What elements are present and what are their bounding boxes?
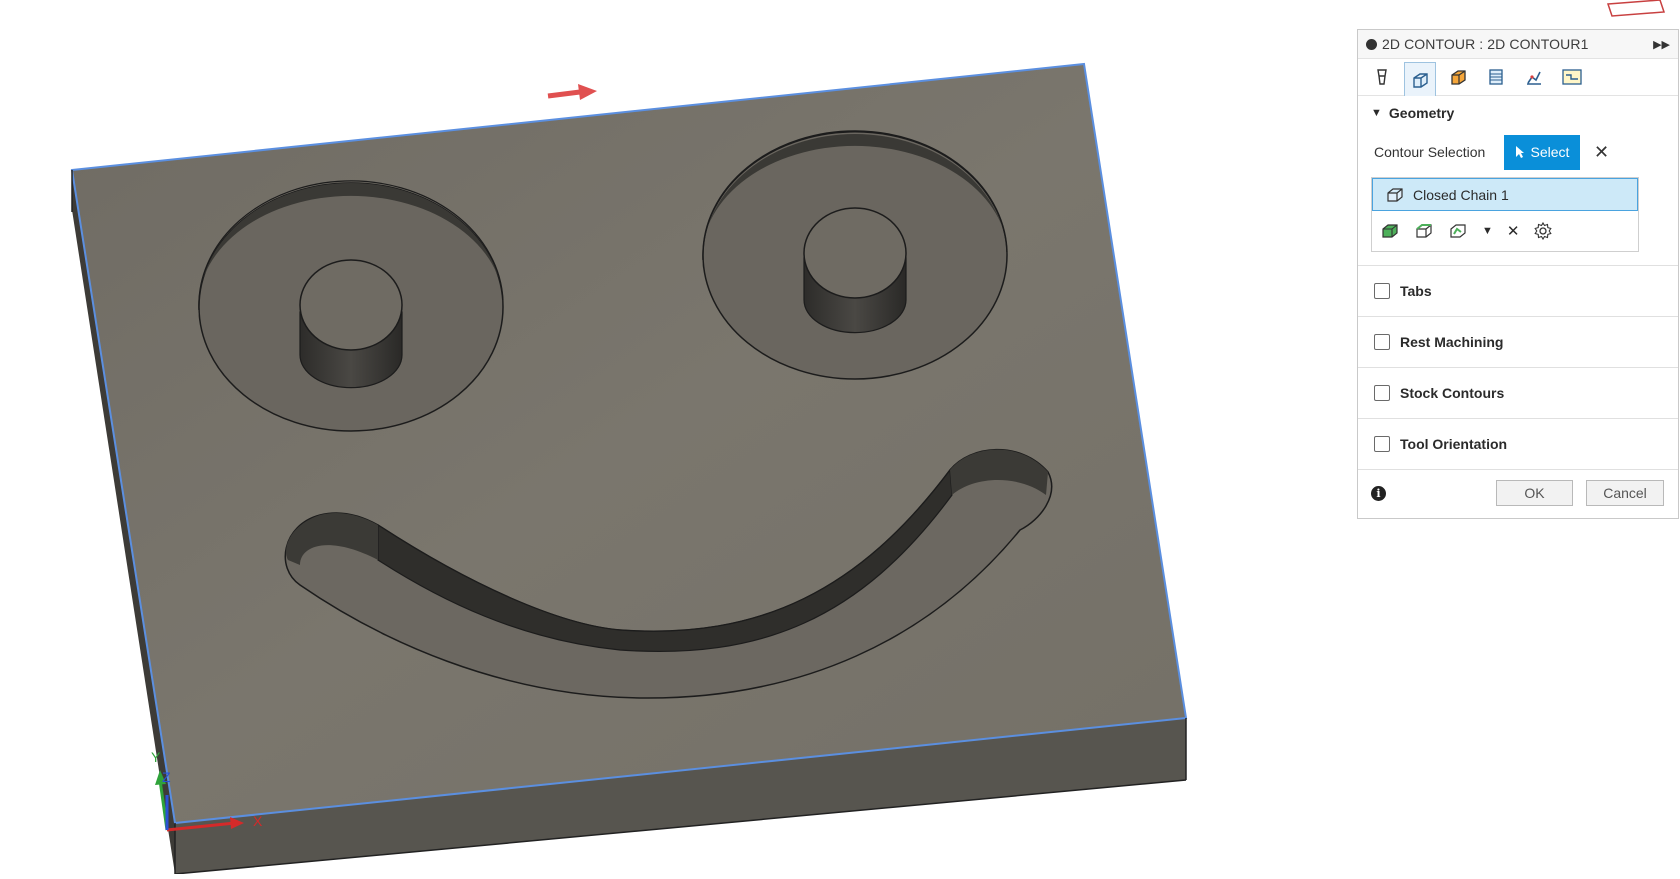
chain-list: Closed Chain 1 ▼ ✕: [1371, 177, 1639, 252]
dialog-tabs: [1358, 59, 1678, 96]
passes-icon: [1489, 69, 1503, 85]
tabs-checkbox[interactable]: [1374, 283, 1390, 299]
2d-contour-dialog: 2D CONTOUR : 2D CONTOUR1 ▶▶ ▼ Geometry C…: [1357, 29, 1679, 519]
clear-selection-icon[interactable]: ✕: [1594, 142, 1609, 163]
contour-selection-row: Contour Selection Select ✕: [1358, 133, 1678, 171]
add-edge-icon[interactable]: [1414, 222, 1434, 240]
dialog-title: 2D CONTOUR : 2D CONTOUR1: [1382, 36, 1589, 52]
dialog-status-icon: [1366, 38, 1377, 50]
left-eye-pocket[interactable]: [198, 180, 504, 432]
stock-contours-label: Stock Contours: [1400, 385, 1505, 401]
tool-orientation-checkbox[interactable]: [1374, 436, 1390, 452]
axis-label-y: Y: [151, 749, 161, 765]
caret-down-icon: ▼: [1371, 107, 1382, 119]
chain-label: Closed Chain 1: [1413, 186, 1509, 203]
direction-arrow-icon: [547, 84, 597, 100]
chain-toolbar: ▼ ✕: [1372, 211, 1638, 251]
add-face-icon[interactable]: [1380, 222, 1400, 240]
info-icon[interactable]: i: [1371, 485, 1386, 501]
tabs-section-label: Tabs: [1400, 283, 1432, 299]
cancel-button[interactable]: Cancel: [1586, 480, 1664, 506]
dialog-header: 2D CONTOUR : 2D CONTOUR1 ▶▶: [1358, 30, 1678, 59]
right-eye-pocket[interactable]: [702, 130, 1008, 380]
tool-orientation-section-toggle[interactable]: Tool Orientation: [1358, 419, 1678, 470]
linking-icon: [1527, 71, 1541, 85]
rest-machining-label: Rest Machining: [1400, 334, 1504, 350]
chain-list-item[interactable]: Closed Chain 1: [1372, 178, 1638, 211]
simulation-icon: [1562, 69, 1582, 85]
tool-icon: [1377, 69, 1387, 85]
tab-heights[interactable]: [1442, 62, 1474, 92]
tab-passes[interactable]: [1480, 62, 1512, 92]
geometry-section-header[interactable]: ▼ Geometry: [1358, 100, 1678, 126]
gear-icon[interactable]: [1533, 221, 1553, 241]
geometry-heading: Geometry: [1388, 105, 1455, 121]
view-cube-icon[interactable]: [1606, 0, 1666, 17]
dropdown-caret-icon[interactable]: ▼: [1482, 225, 1493, 237]
rest-machining-checkbox[interactable]: [1374, 334, 1390, 350]
tab-geometry[interactable]: [1404, 62, 1436, 96]
remove-icon[interactable]: ✕: [1507, 222, 1520, 240]
select-button[interactable]: Select: [1504, 134, 1580, 170]
stock-contours-checkbox[interactable]: [1374, 385, 1390, 401]
axis-label-x: X: [253, 813, 263, 829]
ok-button[interactable]: OK: [1496, 480, 1573, 506]
dialog-footer: i OK Cancel: [1358, 470, 1678, 516]
contour-selection-label: Contour Selection: [1374, 144, 1486, 160]
cursor-icon: [1515, 146, 1524, 158]
tab-linking[interactable]: [1518, 62, 1550, 92]
stock-contours-section-toggle[interactable]: Stock Contours: [1358, 368, 1678, 419]
rest-machining-section-toggle[interactable]: Rest Machining: [1358, 317, 1678, 368]
heights-icon: [1451, 70, 1466, 85]
add-sketch-icon[interactable]: [1448, 222, 1468, 240]
tabs-section-toggle[interactable]: Tabs: [1358, 266, 1678, 317]
select-button-label: Select: [1530, 144, 1570, 160]
chain-icon: [1387, 187, 1403, 202]
tab-simulation[interactable]: [1556, 62, 1588, 92]
axis-label-z: Z: [162, 769, 171, 785]
double-chevron-right-icon[interactable]: ▶▶: [1653, 38, 1670, 51]
geometry-icon: [1413, 72, 1428, 88]
tab-tool[interactable]: [1366, 62, 1398, 92]
tool-orientation-label: Tool Orientation: [1400, 436, 1508, 452]
stock-top-face: [70, 62, 1188, 825]
